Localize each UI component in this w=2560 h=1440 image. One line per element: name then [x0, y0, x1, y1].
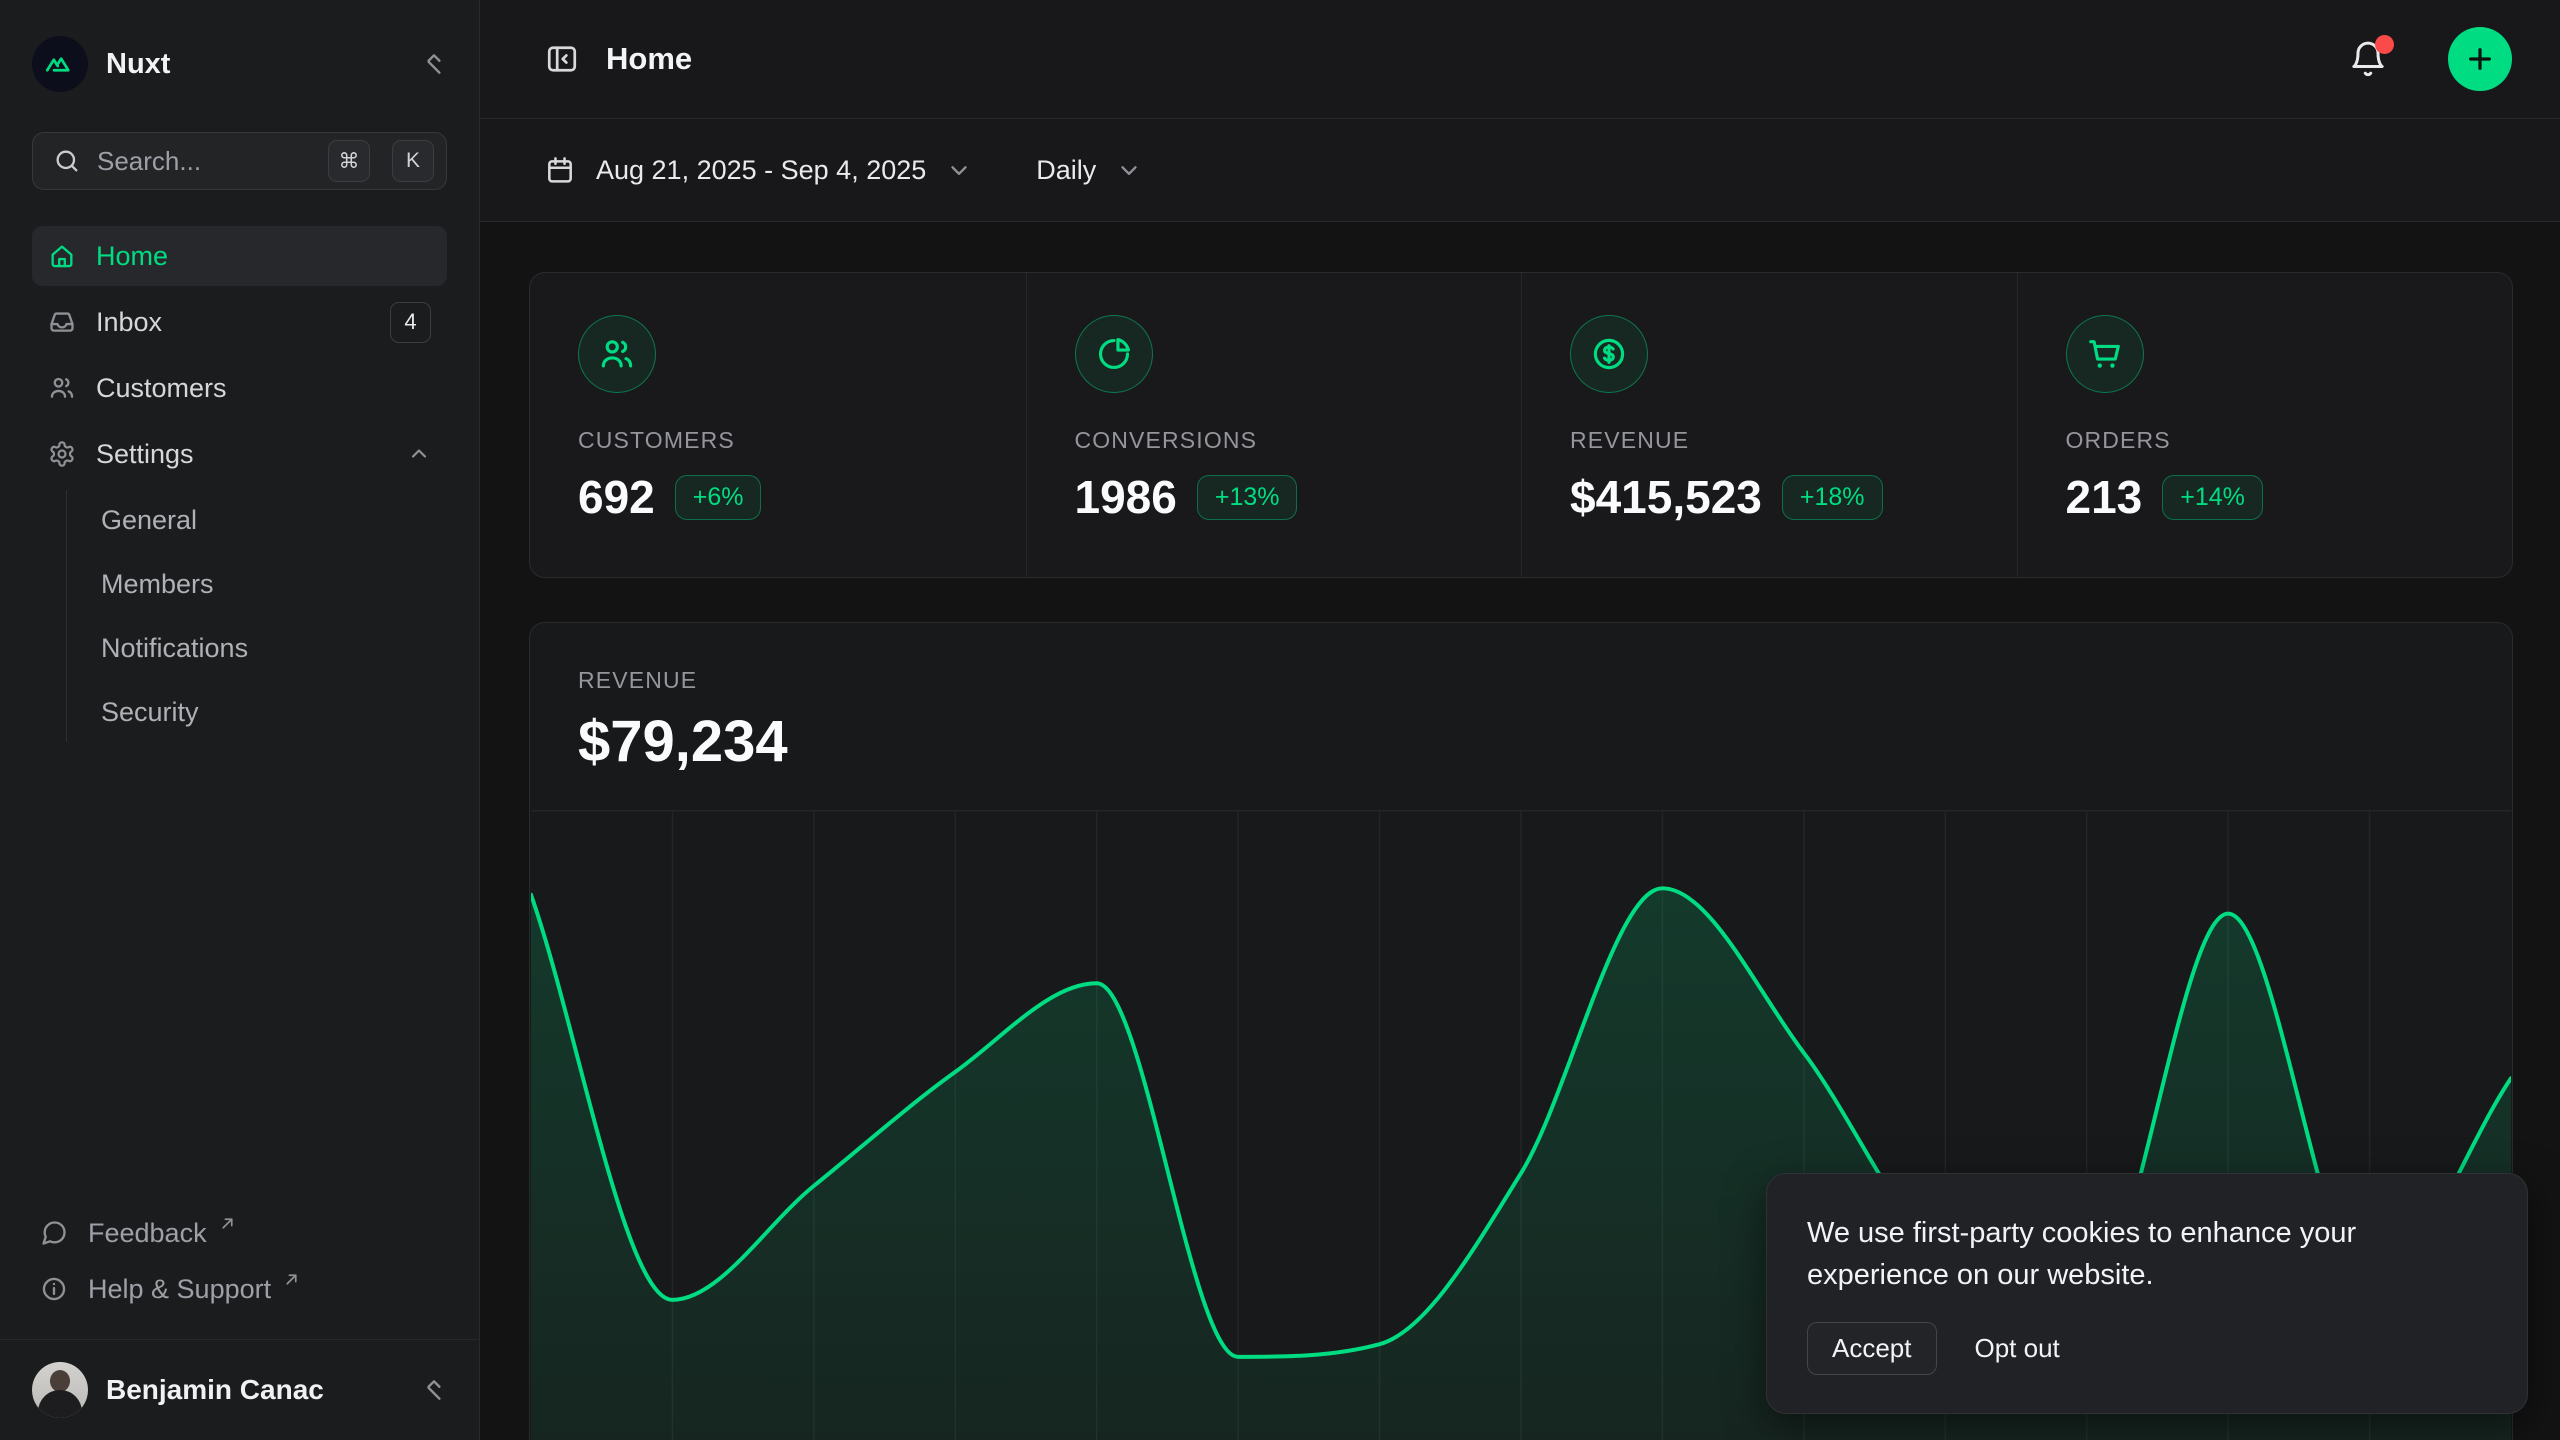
revenue-chart-label: REVENUE [578, 667, 2464, 694]
home-icon [48, 242, 76, 270]
sidebar-item-notifications[interactable]: Notifications [97, 618, 447, 678]
stat-value: 213 [2066, 470, 2143, 524]
filter-bar: Aug 21, 2025 - Sep 4, 2025 Daily [480, 119, 2560, 222]
chevron-down-icon [1116, 157, 1142, 183]
granularity-label: Daily [1036, 155, 1096, 186]
stat-value: 1986 [1075, 470, 1177, 524]
sidebar-item-general[interactable]: General [97, 490, 447, 550]
stat-customers[interactable]: CUSTOMERS 692 +6% [530, 273, 1026, 577]
sidebar-item-inbox[interactable]: Inbox 4 [32, 292, 447, 352]
inbox-count-badge: 4 [390, 302, 431, 343]
top-header: Home [480, 0, 2560, 119]
stat-delta-badge: +13% [1197, 475, 1298, 520]
sidebar-item-label: Settings [96, 439, 387, 470]
app-window: Nuxt Search... ⌘ K [0, 0, 2560, 1440]
stat-label: CUSTOMERS [578, 427, 978, 454]
sidebar-nav: Home Inbox 4 [32, 226, 447, 746]
page-title: Home [606, 41, 2322, 77]
cart-icon [2066, 315, 2144, 393]
notifications-button[interactable] [2348, 39, 2388, 79]
cookie-accept-button[interactable]: Accept [1807, 1322, 1937, 1375]
sidebar-item-customers[interactable]: Customers [32, 358, 447, 418]
date-range-picker[interactable]: Aug 21, 2025 - Sep 4, 2025 [544, 154, 972, 186]
sidebar-item-label: Customers [96, 373, 227, 404]
stat-value: $415,523 [1570, 470, 1762, 524]
sidebar-spacer [0, 746, 479, 1205]
chat-bubble-icon [40, 1219, 68, 1247]
kbd-cmd: ⌘ [328, 140, 370, 182]
gear-icon [48, 440, 76, 468]
user-menu[interactable]: Benjamin Canac [0, 1339, 479, 1440]
cookie-message: We use first-party cookies to enhance yo… [1807, 1212, 2427, 1296]
date-range-label: Aug 21, 2025 - Sep 4, 2025 [596, 155, 926, 186]
inbox-icon [48, 308, 76, 336]
feedback-label: Feedback [88, 1218, 207, 1249]
search-input[interactable]: Search... ⌘ K [32, 132, 447, 190]
dollar-circle-icon [1570, 315, 1648, 393]
sidebar-item-label: Inbox [96, 307, 370, 338]
plus-icon [2464, 43, 2496, 75]
users-icon [48, 374, 76, 402]
cookie-banner: We use first-party cookies to enhance yo… [1766, 1173, 2528, 1414]
chevron-updown-icon [421, 1377, 447, 1403]
org-switcher[interactable]: Nuxt [32, 36, 447, 92]
chevron-updown-icon [421, 51, 447, 77]
cookie-optout-button[interactable]: Opt out [1975, 1323, 2060, 1374]
stat-orders[interactable]: ORDERS 213 +14% [2017, 273, 2513, 577]
pie-chart-icon [1075, 315, 1153, 393]
revenue-chart-value: $79,234 [578, 708, 2464, 775]
stat-label: REVENUE [1570, 427, 1969, 454]
user-name: Benjamin Canac [106, 1374, 403, 1406]
chevron-down-icon [946, 157, 972, 183]
sidebar-item-settings[interactable]: Settings [32, 424, 447, 484]
search-icon [53, 147, 81, 175]
stat-label: CONVERSIONS [1075, 427, 1474, 454]
info-circle-icon [40, 1275, 68, 1303]
stat-delta-badge: +6% [675, 475, 762, 520]
stat-label: ORDERS [2066, 427, 2465, 454]
sidebar-item-label: Home [96, 241, 168, 272]
notification-dot [2375, 35, 2394, 54]
stat-delta-badge: +14% [2162, 475, 2263, 520]
sidebar-footer-links: Feedback Help & Support [32, 1205, 447, 1317]
help-support-label: Help & Support [88, 1274, 271, 1305]
calendar-icon [544, 154, 576, 186]
feedback-link[interactable]: Feedback [32, 1205, 447, 1261]
add-button[interactable] [2448, 27, 2512, 91]
kbd-k: K [392, 140, 434, 182]
external-link-icon [283, 1271, 300, 1294]
sidebar-item-members[interactable]: Members [97, 554, 447, 614]
external-link-icon [219, 1215, 236, 1238]
avatar [32, 1362, 88, 1418]
help-support-link[interactable]: Help & Support [32, 1261, 447, 1317]
chevron-up-icon [407, 442, 431, 466]
stat-revenue[interactable]: REVENUE $415,523 +18% [1521, 273, 2017, 577]
nuxt-logo-icon [32, 36, 88, 92]
sidebar-item-security[interactable]: Security [97, 682, 447, 742]
sidebar-collapse-icon[interactable] [544, 41, 580, 77]
users-icon [578, 315, 656, 393]
sidebar-item-home[interactable]: Home [32, 226, 447, 286]
stat-conversions[interactable]: CONVERSIONS 1986 +13% [1026, 273, 1522, 577]
stat-delta-badge: +18% [1782, 475, 1883, 520]
stats-card-group: CUSTOMERS 692 +6% CONVERSIONS [529, 272, 2513, 578]
stat-value: 692 [578, 470, 655, 524]
sidebar: Nuxt Search... ⌘ K [0, 0, 480, 1440]
granularity-select[interactable]: Daily [1036, 155, 1142, 186]
settings-sub-list: General Members Notifications Security [66, 490, 447, 742]
org-name: Nuxt [106, 48, 403, 81]
search-placeholder: Search... [97, 146, 306, 177]
